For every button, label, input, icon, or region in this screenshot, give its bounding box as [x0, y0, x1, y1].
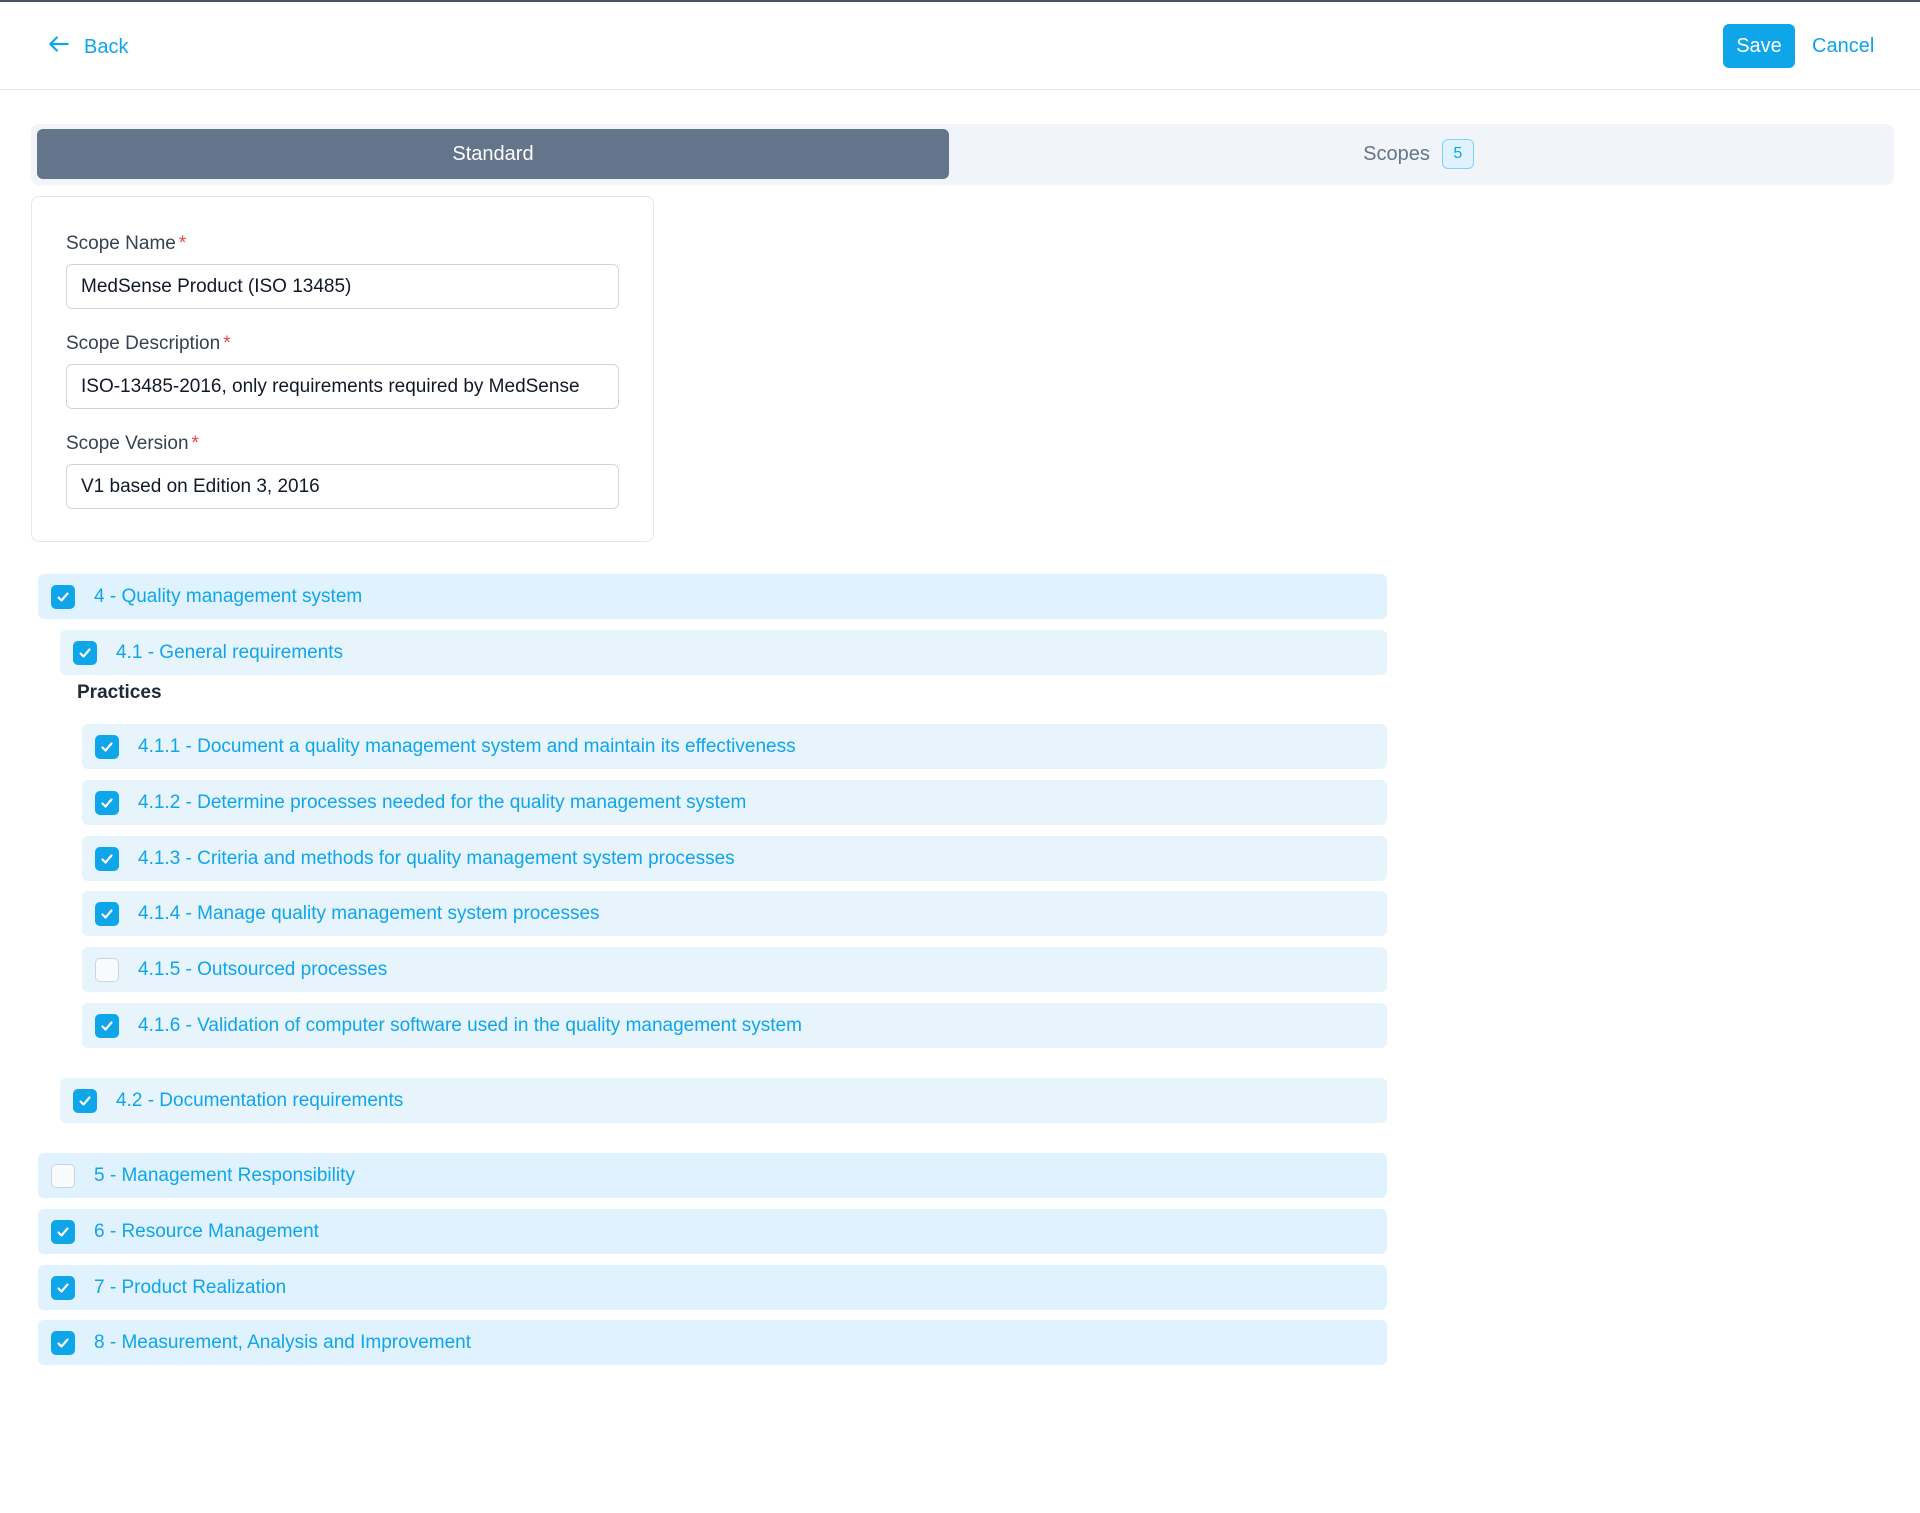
- check-icon: [101, 1020, 113, 1031]
- tree-row-7[interactable]: 7 - Product Realization: [38, 1265, 1387, 1310]
- arrow-left-icon: [46, 31, 72, 63]
- tab-bar: Standard Scopes 5: [31, 124, 1894, 185]
- tree-row-4[interactable]: 4 - Quality management system: [38, 574, 1387, 619]
- tab-standard[interactable]: Standard: [37, 129, 949, 179]
- practice-label: 4.1.5 - Outsourced processes: [138, 958, 388, 980]
- check-icon: [79, 1095, 91, 1106]
- practices-heading: Practices: [77, 682, 162, 703]
- tree-row-4-1[interactable]: 4.1 - General requirements: [60, 630, 1387, 675]
- checkbox-checked[interactable]: [51, 584, 75, 609]
- required-mark: *: [178, 233, 187, 254]
- scope-version-input[interactable]: [66, 464, 619, 509]
- practice-row-4-1-1[interactable]: 4.1.1 - Document a quality management sy…: [82, 724, 1387, 769]
- check-icon: [101, 853, 113, 864]
- practice-row-4-1-4[interactable]: 4.1.4 - Manage quality management system…: [82, 891, 1387, 936]
- required-mark: *: [191, 433, 199, 454]
- practice-label: 4.1.6 - Validation of computer software …: [138, 1014, 802, 1036]
- scope-name-input[interactable]: [66, 264, 619, 309]
- tree-row-label: 8 - Measurement, Analysis and Improvemen…: [94, 1331, 472, 1353]
- tab-scopes[interactable]: Scopes 5: [949, 129, 1888, 179]
- scope-description-label: Scope Description *: [66, 333, 231, 354]
- check-icon: [101, 908, 113, 919]
- checkbox-unchecked[interactable]: [95, 957, 119, 982]
- checkbox-checked[interactable]: [73, 1088, 97, 1113]
- tree-row-8[interactable]: 8 - Measurement, Analysis and Improvemen…: [38, 1320, 1387, 1365]
- practice-row-4-1-5[interactable]: 4.1.5 - Outsourced processes: [82, 947, 1387, 992]
- scopes-count-badge: 5: [1441, 139, 1474, 169]
- tab-scopes-label: Scopes: [1363, 142, 1430, 165]
- header-bar: Back Save Cancel: [0, 2, 1920, 90]
- tree-row-6[interactable]: 6 - Resource Management: [38, 1209, 1387, 1254]
- check-icon: [101, 741, 113, 752]
- practice-row-4-1-6[interactable]: 4.1.6 - Validation of computer software …: [82, 1003, 1387, 1048]
- checkbox-checked[interactable]: [95, 901, 119, 926]
- tree-row-label: 5 - Management Responsibility: [94, 1164, 355, 1186]
- check-icon: [101, 797, 113, 808]
- checkbox-checked[interactable]: [95, 734, 119, 759]
- practice-label: 4.1.2 - Determine processes needed for t…: [138, 791, 747, 813]
- check-icon: [57, 1282, 69, 1293]
- tree-row-label: 4.2 - Documentation requirements: [116, 1089, 404, 1111]
- tree-row-5[interactable]: 5 - Management Responsibility: [38, 1153, 1387, 1198]
- tree-row-4-2[interactable]: 4.2 - Documentation requirements: [60, 1078, 1387, 1123]
- tree-row-label: 6 - Resource Management: [94, 1220, 319, 1242]
- checkbox-checked[interactable]: [51, 1275, 75, 1300]
- practice-row-4-1-2[interactable]: 4.1.2 - Determine processes needed for t…: [82, 780, 1387, 825]
- scope-name-label: Scope Name *: [66, 233, 187, 254]
- save-button[interactable]: Save: [1723, 24, 1795, 68]
- practice-label: 4.1.3 - Criteria and methods for quality…: [138, 847, 735, 869]
- checkbox-checked[interactable]: [95, 1013, 119, 1038]
- checkbox-checked[interactable]: [95, 790, 119, 815]
- check-icon: [57, 1226, 69, 1237]
- checkbox-checked[interactable]: [73, 640, 97, 665]
- check-icon: [79, 647, 91, 658]
- required-mark: *: [223, 333, 231, 354]
- checkbox-unchecked[interactable]: [51, 1163, 75, 1188]
- practice-label: 4.1.4 - Manage quality management system…: [138, 902, 600, 924]
- checkbox-checked[interactable]: [51, 1219, 75, 1244]
- scope-version-label: Scope Version *: [66, 433, 199, 454]
- back-link[interactable]: Back: [46, 30, 128, 64]
- checkbox-checked[interactable]: [95, 846, 119, 871]
- check-icon: [57, 591, 69, 602]
- practice-row-4-1-3[interactable]: 4.1.3 - Criteria and methods for quality…: [82, 836, 1387, 881]
- scope-description-input[interactable]: [66, 364, 619, 409]
- back-label: Back: [84, 35, 129, 58]
- tree-row-label: 7 - Product Realization: [94, 1276, 287, 1298]
- tree-row-label: 4.1 - General requirements: [116, 641, 344, 663]
- tree-row-label: 4 - Quality management system: [94, 585, 363, 607]
- check-icon: [57, 1337, 69, 1348]
- practice-label: 4.1.1 - Document a quality management sy…: [138, 735, 796, 757]
- cancel-button[interactable]: Cancel: [1812, 24, 1874, 68]
- checkbox-checked[interactable]: [51, 1330, 75, 1355]
- scope-form-card: Scope Name* Scope Description* Scope Ver…: [31, 196, 654, 542]
